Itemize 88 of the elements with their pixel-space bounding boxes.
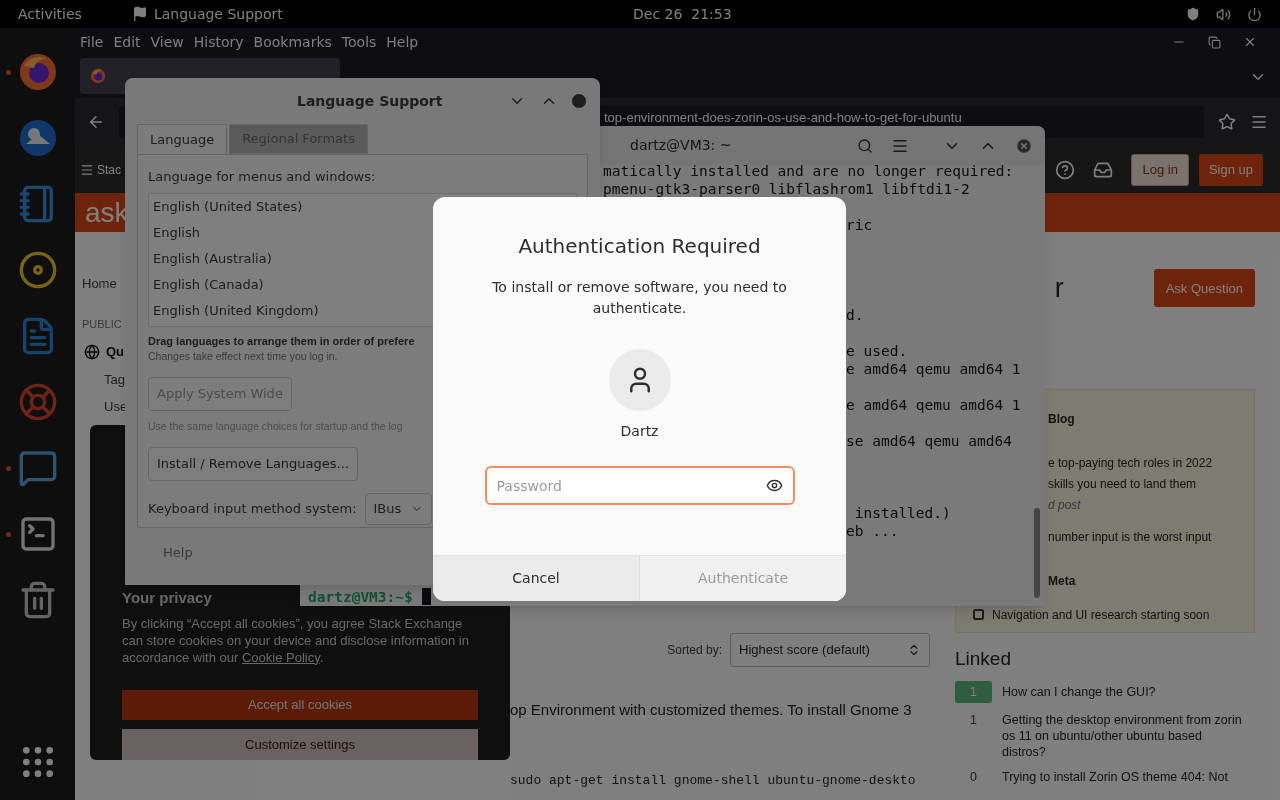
back-icon[interactable] (87, 113, 105, 131)
activities-button[interactable]: Activities (18, 3, 82, 25)
flag-icon (131, 6, 148, 22)
input-method-select[interactable]: IBus (364, 492, 433, 525)
menu-item[interactable]: Bookmarks (253, 31, 332, 53)
install-languages-button[interactable]: Install / Remove Languages... (148, 446, 358, 481)
sort-select[interactable]: Highest score (default) (730, 632, 930, 667)
customize-settings-button[interactable]: Customize settings (122, 729, 478, 760)
window-title: dartz@VM3: ~ (630, 136, 732, 155)
scrollbar-thumb[interactable] (1034, 508, 1040, 598)
hint-text: Changes take effect next time you log in. (148, 349, 339, 364)
menu-item[interactable]: Help (386, 31, 419, 53)
signup-button[interactable]: Sign up (1198, 153, 1263, 186)
linked-heading: Linked (955, 646, 1012, 671)
section-heading: Blog (1048, 410, 1075, 428)
login-button[interactable]: Log in (1131, 153, 1189, 186)
answer-text: op Environment with customized themes. To install Gnome 3 (510, 699, 912, 720)
menu-item[interactable]: File (80, 31, 104, 53)
terminal-prompt: dartz@VM3:~$ (308, 588, 413, 606)
nav-link[interactable]: Qu (106, 342, 125, 362)
cookie-policy-link[interactable]: Cookie Policy (241, 649, 320, 665)
password-field[interactable]: Password (484, 466, 795, 505)
linked-question-link[interactable]: How can I change the GUI? (1002, 681, 1166, 700)
menu-item[interactable]: Tools (341, 31, 377, 53)
blog-post-link[interactable]: number input is the worst input (1048, 527, 1254, 546)
chat-icon[interactable] (17, 448, 58, 488)
nav-link[interactable]: Tag (104, 369, 125, 389)
help-button[interactable]: Help (151, 538, 205, 568)
menu-item[interactable]: History (193, 31, 244, 53)
site-logo: ask (85, 195, 129, 230)
sort-label: Sorted by: (667, 641, 722, 659)
ask-question-button[interactable]: Ask Question (1153, 269, 1255, 308)
terminal-line: e amd64 qemu amd64 1 (846, 361, 1021, 377)
dialog-message: To install or remove software, you need to authenticate. (491, 278, 788, 318)
score-count: 1 (955, 681, 992, 703)
cookie-notice-text: By clicking “Accept all cookies”, you agree Stack Exchange can store cookies on your device and disclose information in accordance with our Cookie Policy. (122, 614, 470, 666)
terminal-line: pmenu-gtk3-parser0 libflashrom1 libftdi1-2 (603, 181, 970, 197)
user-name: Dartz (620, 422, 659, 441)
close-icon[interactable] (1243, 35, 1257, 49)
terminal-line: se amd64 qemu amd64 (846, 433, 1012, 449)
menu-icon[interactable] (1250, 113, 1268, 131)
popup-title: Your privacy (122, 588, 212, 608)
volume-icon[interactable] (1216, 6, 1231, 22)
terminal-line: d. (846, 307, 864, 323)
input-method-label: Keyboard input method system: (148, 499, 357, 518)
window-title: Language Support (297, 91, 443, 111)
bookmark-star-icon[interactable] (1218, 113, 1236, 131)
tab[interactable]: Language (137, 124, 228, 154)
terminal-line: matically installed and are no longer required: (603, 163, 1014, 179)
site-menu-label: Stac (97, 161, 121, 179)
terminal-line: eb ... (846, 523, 899, 539)
dialog-title: Authentication Required (518, 233, 761, 260)
nav-link[interactable]: Home (82, 274, 117, 294)
blog-post-link[interactable]: skills you need to land them (1048, 474, 1254, 493)
close-icon[interactable] (1015, 136, 1033, 155)
score-count: 1 (969, 711, 978, 729)
power-icon[interactable] (1247, 6, 1262, 22)
menu-item[interactable]: View (150, 31, 184, 53)
clock[interactable]: Dec 26 21:53 (633, 3, 732, 25)
meta-post-link[interactable]: Navigation and UI research starting soon (992, 605, 1210, 624)
section-heading: Meta (1048, 572, 1076, 590)
app-menu[interactable]: Language Support (153, 3, 283, 25)
terminal-line: ric (846, 217, 873, 233)
terminal-line: e amd64 qemu amd64 1 (846, 397, 1021, 413)
terminal-line: e used. (846, 343, 908, 359)
close-icon[interactable] (572, 94, 586, 108)
menu-icon[interactable] (80, 162, 94, 177)
blog-post-link[interactable]: e top-paying tech roles in 2022 (1048, 453, 1254, 472)
code-text: sudo apt-get install gnome-shell ubuntu-gnome-deskto (510, 772, 916, 790)
search-icon[interactable] (857, 137, 873, 154)
help-icon[interactable] (1055, 159, 1076, 180)
checkbox-icon (973, 609, 984, 620)
show-password-icon[interactable] (765, 477, 783, 494)
restore-icon[interactable] (1208, 35, 1221, 49)
globe-icon (84, 343, 100, 360)
cursor (421, 588, 431, 605)
drag-hint: Drag languages to arrange them in order of prefere (148, 333, 416, 349)
linked-question-link[interactable]: Trying to install Zorin OS theme 404: Not (1002, 766, 1239, 785)
terminal-line: installed.) (853, 505, 951, 521)
post-note: d post (1048, 496, 1082, 514)
nav-heading: PUBLIC (82, 316, 122, 332)
linked-question-link[interactable]: Getting the desktop environment from zorin os 11 on ubuntu/other ubuntu based distros? (1002, 709, 1255, 760)
accept-cookies-button[interactable]: Accept all cookies (122, 689, 478, 721)
shield-icon[interactable] (1186, 7, 1200, 21)
menu-item[interactable]: Edit (113, 31, 141, 53)
question-title: r (1054, 272, 1064, 305)
score-count: 0 (969, 768, 978, 786)
list-label: Language for menus and windows: (148, 168, 377, 186)
